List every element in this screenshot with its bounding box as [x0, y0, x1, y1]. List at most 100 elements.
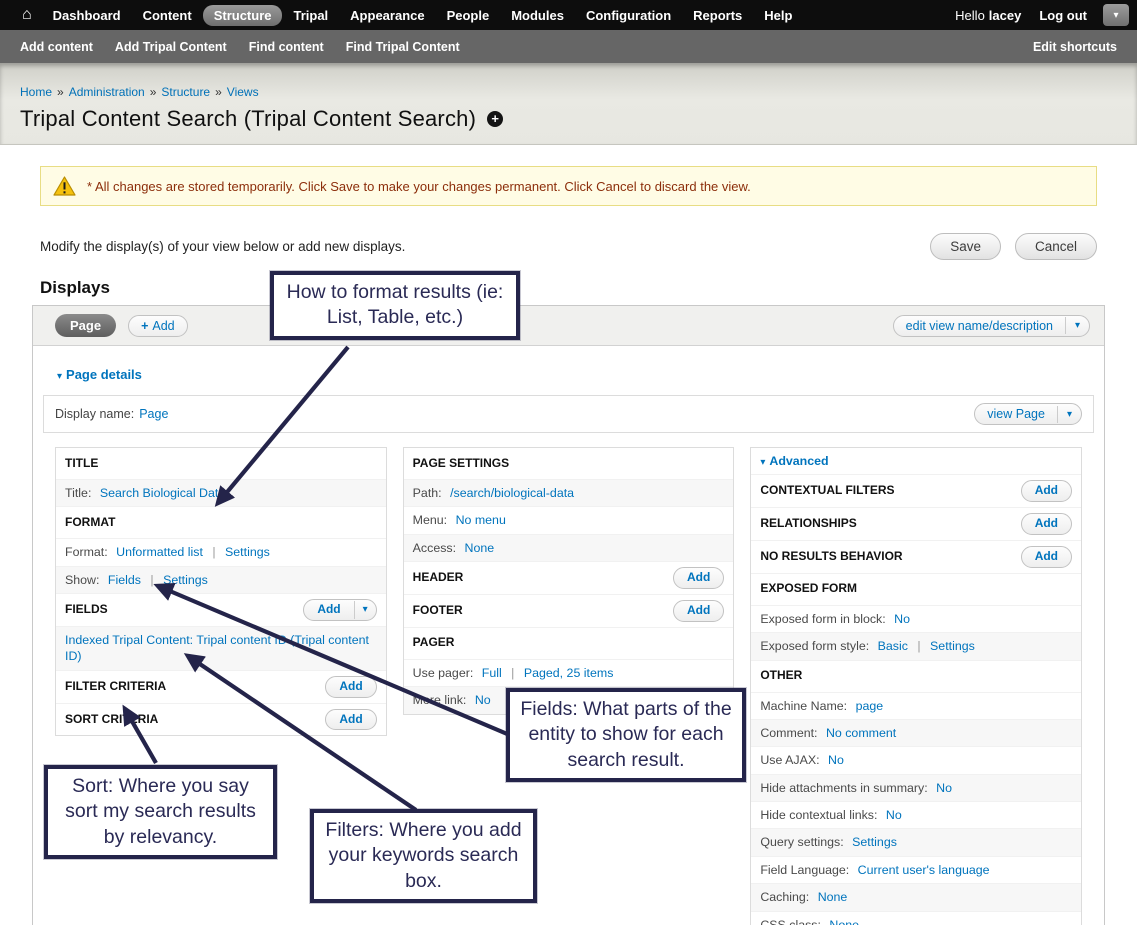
- breadcrumb-structure[interactable]: Structure: [161, 85, 210, 99]
- relationships-header: RELATIONSHIPS Add: [751, 507, 1081, 540]
- hide-attachments-row: Hide attachments in summary: No: [751, 774, 1081, 801]
- fields-add-button[interactable]: Add ▾: [303, 599, 376, 621]
- breadcrumb-views[interactable]: Views: [227, 85, 259, 99]
- chevron-down-icon: ▾: [760, 457, 765, 468]
- filter-add-button[interactable]: Add: [325, 676, 376, 698]
- filter-criteria-header: FILTER CRITERIA Add: [56, 670, 386, 703]
- format-value-link[interactable]: Unformatted list: [116, 545, 203, 559]
- annotation-fields-note: Fields: What parts of the entity to show…: [506, 688, 746, 782]
- shortcuts-bar: Add content Add Tripal Content Find cont…: [0, 30, 1137, 63]
- display-name-value-link[interactable]: Page: [139, 407, 168, 421]
- menu-item-people[interactable]: People: [436, 5, 501, 26]
- exposed-style-settings-link[interactable]: Settings: [930, 639, 975, 653]
- access-value-link[interactable]: None: [465, 541, 495, 555]
- view-page-button[interactable]: view Page ▾: [974, 403, 1082, 425]
- menu-item-content[interactable]: Content: [132, 5, 203, 26]
- plus-icon: +: [129, 316, 148, 336]
- shortcut-find-content[interactable]: Find content: [249, 40, 324, 54]
- relationships-add-button[interactable]: Add: [1021, 513, 1072, 535]
- fields-item-link[interactable]: Indexed Tripal Content: Tripal content I…: [65, 633, 369, 663]
- edit-view-name-button[interactable]: edit view name/description ▾: [893, 315, 1090, 337]
- shortcut-add-content[interactable]: Add content: [20, 40, 93, 54]
- toolbar-toggle-button[interactable]: ▾: [1103, 4, 1129, 26]
- exposed-form-header: EXPOSED FORM: [751, 573, 1081, 605]
- hide-contextual-row: Hide contextual links: No: [751, 801, 1081, 828]
- query-settings-value-link[interactable]: Settings: [852, 835, 897, 849]
- add-display-button[interactable]: + Add: [128, 315, 188, 337]
- comment-value-link[interactable]: No comment: [826, 726, 896, 740]
- save-button[interactable]: Save: [930, 233, 1001, 260]
- breadcrumb-home[interactable]: Home: [20, 85, 52, 99]
- ajax-value-link[interactable]: No: [828, 753, 844, 767]
- ajax-row: Use AJAX: No: [751, 746, 1081, 773]
- chevron-down-icon[interactable]: ▾: [1065, 317, 1089, 334]
- fields-item-row: Indexed Tripal Content: Tripal content I…: [56, 626, 386, 670]
- shortcut-find-tripal-content[interactable]: Find Tripal Content: [346, 40, 460, 54]
- css-class-value-link[interactable]: None: [829, 918, 859, 925]
- menu-item-reports[interactable]: Reports: [682, 5, 753, 26]
- more-link-value-link[interactable]: No: [475, 693, 491, 707]
- format-section-header: FORMAT: [56, 506, 386, 538]
- access-row: Access: None: [404, 534, 734, 561]
- page-details-toggle[interactable]: ▾Page details: [57, 367, 142, 382]
- menu-item-dashboard[interactable]: Dashboard: [42, 5, 132, 26]
- show-settings-link[interactable]: Settings: [163, 573, 208, 587]
- hide-contextual-value-link[interactable]: No: [886, 808, 902, 822]
- plus-circle-icon[interactable]: +: [487, 111, 503, 127]
- title-value-link[interactable]: Search Biological Data: [100, 486, 225, 500]
- warning-text: * All changes are stored temporarily. Cl…: [87, 179, 751, 194]
- use-pager-row: Use pager: Full | Paged, 25 items: [404, 659, 734, 686]
- show-row: Show: Fields | Settings: [56, 566, 386, 593]
- format-settings-link[interactable]: Settings: [225, 545, 270, 559]
- use-pager-paged-link[interactable]: Paged, 25 items: [524, 666, 614, 680]
- use-pager-value-link[interactable]: Full: [482, 666, 502, 680]
- contextual-add-button[interactable]: Add: [1021, 480, 1072, 502]
- toolbar-right: Hellolacey Log out ▾: [955, 4, 1129, 26]
- fields-section-header: FIELDS Add ▾: [56, 593, 386, 626]
- exposed-style-value-link[interactable]: Basic: [878, 639, 908, 653]
- machine-name-value-link[interactable]: page: [856, 699, 884, 713]
- tab-page[interactable]: Page: [55, 314, 116, 337]
- footer-section-header: FOOTER Add: [404, 594, 734, 627]
- column-middle: PAGE SETTINGS Path: /search/biological-d…: [403, 447, 735, 715]
- shortcut-add-tripal-content[interactable]: Add Tripal Content: [115, 40, 227, 54]
- caching-value-link[interactable]: None: [818, 890, 848, 904]
- menu-item-tripal[interactable]: Tripal: [282, 5, 339, 26]
- menu-value-link[interactable]: No menu: [456, 513, 506, 527]
- exposed-style-row: Exposed form style: Basic | Settings: [751, 632, 1081, 659]
- exposed-block-value-link[interactable]: No: [894, 612, 910, 626]
- display-tabs-row: Page + Add edit view name/description ▾: [33, 306, 1104, 346]
- menu-item-appearance[interactable]: Appearance: [339, 5, 435, 26]
- chevron-down-icon[interactable]: ▾: [1057, 406, 1081, 423]
- menu-item-modules[interactable]: Modules: [500, 5, 575, 26]
- cancel-button[interactable]: Cancel: [1015, 233, 1097, 260]
- annotation-sort-note: Sort: Where you say sort my search resul…: [44, 765, 277, 859]
- other-section-header: OTHER: [751, 660, 1081, 692]
- show-value-link[interactable]: Fields: [108, 573, 141, 587]
- path-value-link[interactable]: /search/biological-data: [450, 486, 574, 500]
- page-settings-header: PAGE SETTINGS: [404, 448, 734, 479]
- chevron-down-icon: ▾: [1113, 10, 1118, 21]
- field-language-value-link[interactable]: Current user's language: [858, 863, 990, 877]
- display-name-row: Display name: Page view Page ▾: [43, 395, 1094, 433]
- chevron-down-icon[interactable]: ▾: [354, 601, 376, 618]
- home-icon[interactable]: ⌂: [22, 6, 32, 24]
- no-results-add-button[interactable]: Add: [1021, 546, 1072, 568]
- chevron-down-icon: ▾: [57, 371, 62, 382]
- exposed-block-row: Exposed form in block: No: [751, 605, 1081, 632]
- edit-shortcuts-link[interactable]: Edit shortcuts: [1033, 40, 1117, 54]
- header-add-button[interactable]: Add: [673, 567, 724, 589]
- displays-heading: Displays: [40, 278, 1105, 298]
- header-section-header: HEADER Add: [404, 561, 734, 594]
- query-settings-row: Query settings: Settings: [751, 828, 1081, 855]
- advanced-toggle[interactable]: ▾Advanced: [760, 454, 828, 468]
- menu-item-help[interactable]: Help: [753, 5, 803, 26]
- hide-attachments-value-link[interactable]: No: [936, 781, 952, 795]
- menu-item-structure[interactable]: Structure: [203, 5, 283, 26]
- breadcrumb-administration[interactable]: Administration: [69, 85, 145, 99]
- admin-menu: Dashboard Content Structure Tripal Appea…: [42, 5, 804, 26]
- logout-link[interactable]: Log out: [1039, 8, 1087, 23]
- footer-add-button[interactable]: Add: [673, 600, 724, 622]
- menu-item-configuration[interactable]: Configuration: [575, 5, 682, 26]
- sort-add-button[interactable]: Add: [325, 709, 376, 731]
